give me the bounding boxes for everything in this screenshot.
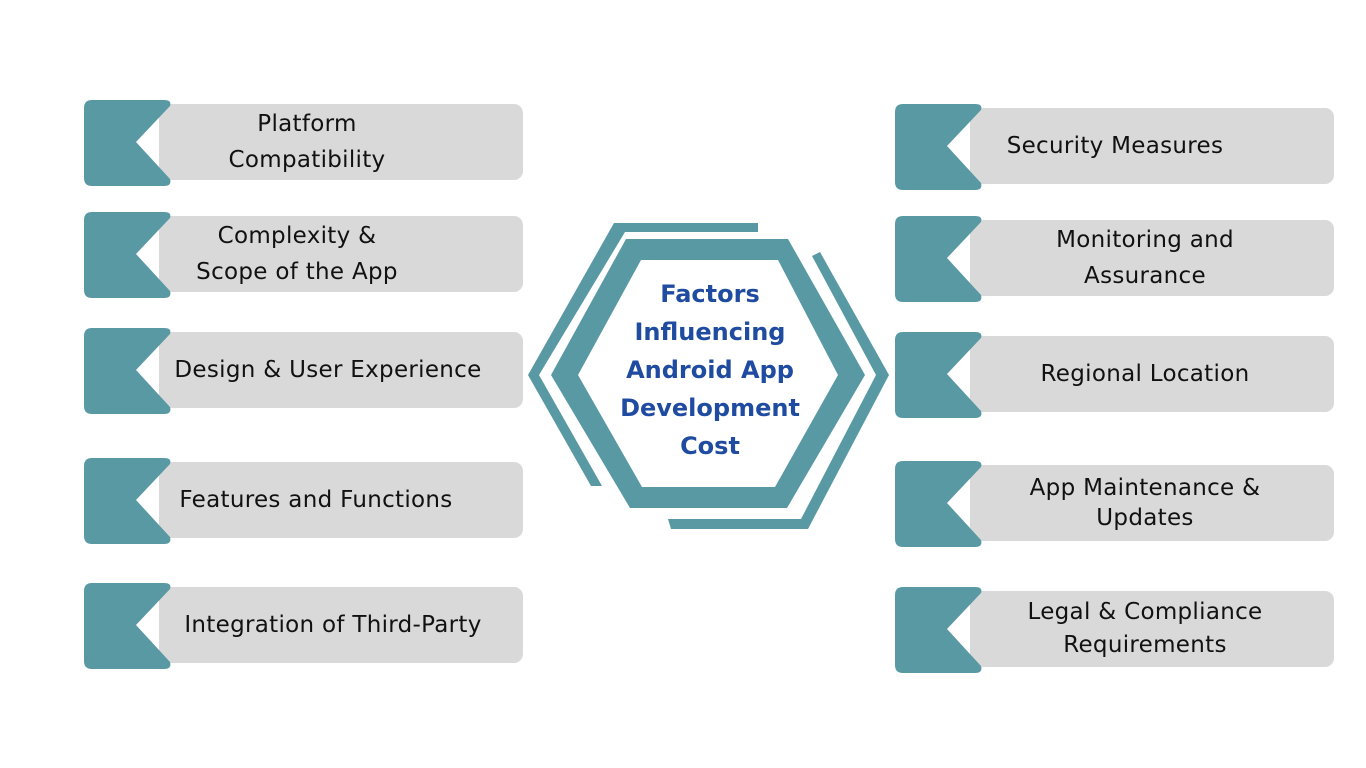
factor-monitoring-assurance: Monitoring and Assurance [895, 216, 1335, 302]
factor-label: Regional Location [1040, 361, 1250, 387]
factor-third-party-integration: Integration of Third-Party [84, 583, 524, 669]
factor-platform-compatibility: Platform Compatibility [84, 100, 524, 186]
chevron-tab-icon [84, 212, 171, 298]
factor-label: Platform Compatibility [228, 111, 386, 173]
chevron-tab-icon [895, 216, 982, 302]
factor-complexity-scope: Complexity & Scope of the App [84, 212, 524, 298]
factor-maintenance-updates: App Maintenance & Updates [895, 461, 1335, 547]
factor-design-ux: Design & User Experience [84, 328, 524, 414]
factor-label: Integration of Third-Party [184, 612, 482, 638]
chevron-tab-icon [895, 332, 982, 418]
chevron-tab-icon [895, 104, 982, 190]
chevron-tab-icon [895, 461, 982, 547]
factor-label: Legal & Compliance Requirements [1027, 599, 1263, 658]
factor-label: Monitoring and Assurance [1056, 227, 1234, 289]
factor-label: Design & User Experience [174, 357, 482, 383]
factor-features-functions: Features and Functions [84, 458, 524, 544]
chevron-tab-icon [895, 587, 982, 673]
factor-label: App Maintenance & Updates [1029, 475, 1261, 531]
factor-label: Complexity & Scope of the App [196, 223, 398, 285]
factor-label: Security Measures [1006, 133, 1224, 159]
factor-legal-compliance: Legal & Compliance Requirements [895, 587, 1335, 673]
factor-regional-location: Regional Location [895, 332, 1335, 418]
factor-label: Features and Functions [179, 487, 453, 513]
central-title: Factors Influencing Android App Developm… [620, 280, 800, 460]
chevron-tab-icon [84, 100, 171, 186]
factor-security-measures: Security Measures [895, 104, 1335, 190]
